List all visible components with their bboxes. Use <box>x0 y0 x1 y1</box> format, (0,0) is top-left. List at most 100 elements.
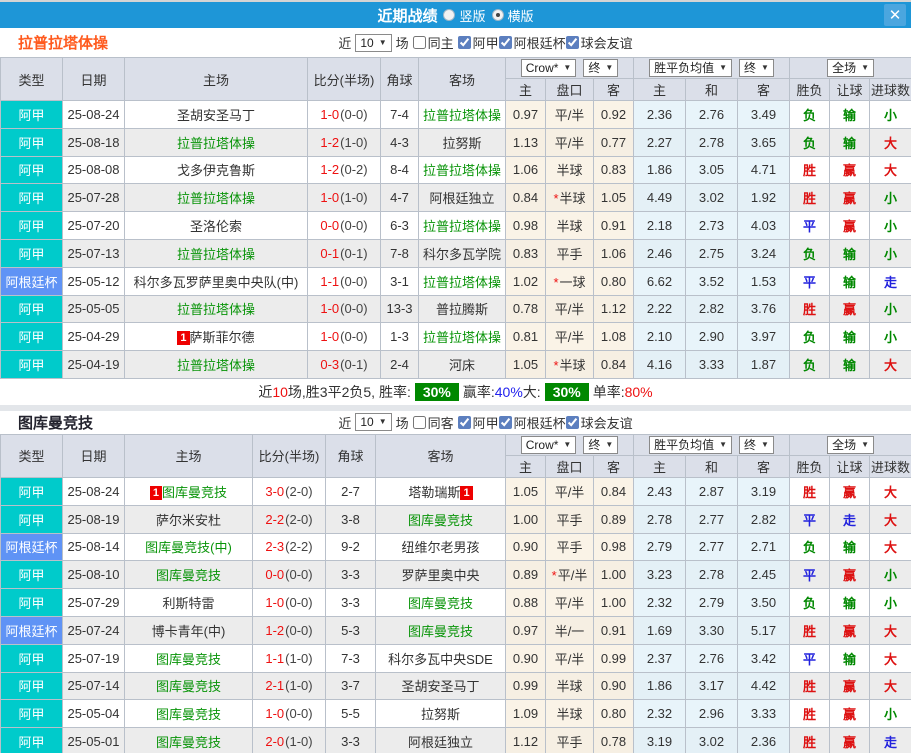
odds-final-select[interactable]: 终 ▼ <box>583 435 619 454</box>
handicap-text: 平/半 <box>554 107 585 123</box>
same-venue-label: 同主 <box>427 36 454 51</box>
score-cell: 0-3(0-1) <box>307 350 381 379</box>
league-cell: 阿甲 <box>0 560 63 590</box>
home-team-cell: 图库曼竞技(中) <box>124 532 253 562</box>
halftime-score: (1-0) <box>340 134 368 150</box>
league-checkbox-input[interactable] <box>498 415 512 429</box>
corners-cell: 9-2 <box>325 532 376 562</box>
crow-home-odds-cell: 1.09 <box>505 699 546 729</box>
layout-vertical-option[interactable]: 竖版 <box>443 6 486 25</box>
result-char: 输 <box>843 135 857 151</box>
crow-away-odds-cell: 0.99 <box>593 643 634 673</box>
avg-final-select[interactable]: 终 ▼ <box>739 435 774 454</box>
date-cell: 25-07-19 <box>62 643 125 673</box>
match-row: 阿甲 25-05-04 图库曼竞技 1-0(0-0) 5-5 拉努斯 1.09 半球 0.80 2… <box>0 699 911 729</box>
result-cell: 平 <box>789 266 831 296</box>
match-count-select[interactable]: 10 ▼ <box>355 33 392 52</box>
avg-draw-cell: 2.90 <box>685 322 738 352</box>
crow-away-odds-cell: 1.06 <box>593 238 634 268</box>
avg-odds-select[interactable]: 胜平负均值 ▼ <box>649 59 732 77</box>
odds-company-select[interactable]: Crow* ▼ <box>520 59 577 77</box>
avg-draw-cell: 2.75 <box>685 238 738 268</box>
same-venue-checkbox[interactable]: 同客 <box>412 413 454 432</box>
table-header-row-top: 类型 日期 主场 比分(半场) 角球 客场 Crow* ▼ 终 ▼ 胜平负均值 … <box>0 433 911 478</box>
odds-final-select[interactable]: 终 ▼ <box>583 59 619 77</box>
result-char: 负 <box>803 135 817 151</box>
odds-company-select[interactable]: Crow* ▼ <box>520 435 577 454</box>
home-team-cell: 拉普拉塔体操 <box>124 183 308 213</box>
summary-text: 单率: <box>592 383 625 400</box>
score-cell: 1-2(1-0) <box>307 127 381 157</box>
league-checkbox-input[interactable] <box>565 36 579 49</box>
fulltime-score: 3-0 <box>265 483 285 499</box>
league-checkbox[interactable]: 阿根廷杯 <box>498 413 566 432</box>
result-cell: 负 <box>789 588 831 617</box>
match-row: 阿甲 25-08-10 图库曼竞技 0-0(0-0) 3-3 罗萨里奥中央 0.89 *平/半… <box>0 560 911 590</box>
fulltime-select[interactable]: 全场 ▼ <box>827 435 874 454</box>
result-char: 输 <box>843 596 857 612</box>
col-header-corners: 角球 <box>380 57 419 101</box>
corners-cell: 7-8 <box>380 238 419 268</box>
avg-home-cell: 2.36 <box>633 100 686 129</box>
halftime-score: (2-0) <box>285 483 313 499</box>
crow-home-odds-cell: 0.89 <box>505 560 546 590</box>
date-cell: 25-07-29 <box>62 588 125 617</box>
summary-text: 近 <box>258 383 273 400</box>
league-checkbox-input[interactable] <box>498 36 512 49</box>
avg-away-cell: 1.92 <box>736 183 791 213</box>
same-venue-checkbox-input[interactable] <box>412 36 426 49</box>
league-checkbox[interactable]: 阿甲 <box>457 413 499 432</box>
team-name-text: 拉普拉塔体操 <box>422 219 501 235</box>
same-venue-checkbox-input[interactable] <box>412 415 426 429</box>
handicap-result-cell: 输 <box>829 238 871 268</box>
corners-cell: 13-3 <box>380 294 419 324</box>
result-char: 胜 <box>803 302 817 318</box>
goals-result-cell: 大 <box>869 350 911 379</box>
fulltime-select[interactable]: 全场 ▼ <box>827 59 874 77</box>
team-name-text: 萨尔米安杜 <box>155 512 221 528</box>
handicap-result-cell: 输 <box>829 127 871 157</box>
fulltime-score: 1-2 <box>320 162 340 178</box>
league-checkbox-label: 阿根廷杯 <box>513 415 566 431</box>
league-cell: 阿甲 <box>0 100 63 129</box>
crow-away-odds-cell: 1.12 <box>593 294 634 324</box>
league-cell: 阿甲 <box>0 671 63 701</box>
chevron-down-icon: ▼ <box>719 439 727 449</box>
handicap-changed-marker: * <box>553 358 559 374</box>
result-cell: 平 <box>789 504 831 534</box>
same-venue-checkbox[interactable]: 同主 <box>412 33 454 52</box>
halftime-score: (1-0) <box>285 650 313 666</box>
league-checkbox[interactable]: 球会友谊 <box>565 33 633 52</box>
team-name-text: 圣胡安圣马丁 <box>176 107 255 123</box>
score-cell: 1-0(0-0) <box>307 100 381 129</box>
league-checkbox-input[interactable] <box>565 415 579 429</box>
date-cell: 25-05-01 <box>62 727 125 753</box>
radio-selected-icon[interactable] <box>491 9 504 21</box>
home-team-cell: 萨尔米安杜 <box>124 504 253 534</box>
handicap-changed-marker: * <box>553 274 559 290</box>
avg-draw-cell: 3.52 <box>685 266 738 296</box>
avg-draw-cell: 2.73 <box>685 211 738 240</box>
avg-odds-select[interactable]: 胜平负均值 ▼ <box>649 435 732 454</box>
handicap-result-cell: 赢 <box>829 294 871 324</box>
result-char: 大 <box>884 135 898 151</box>
layout-horizontal-option[interactable]: 横版 <box>491 6 534 25</box>
league-checkbox-input[interactable] <box>457 415 471 429</box>
layout-horizontal-label: 横版 <box>507 8 534 24</box>
league-checkbox[interactable]: 阿根廷杯 <box>498 33 566 52</box>
stats-summary: 近 10 场,胜3平2负5, 胜率: 30% 赢率: 40% 大: 30% 单率: 80… <box>0 378 911 405</box>
handicap-result-cell: 赢 <box>829 699 871 729</box>
result-char: 小 <box>884 246 898 262</box>
radio-unselected-icon[interactable] <box>443 9 456 21</box>
crow-header-cell: Crow* ▼ 终 ▼ <box>505 433 634 456</box>
away-team-cell: 塔勒瑞斯 1 <box>375 476 506 506</box>
avg-final-select[interactable]: 终 ▼ <box>739 59 774 77</box>
team-name-text: 图库曼竞技 <box>162 484 228 500</box>
league-checkbox-input[interactable] <box>457 36 471 49</box>
result-char: 走 <box>843 512 857 528</box>
league-checkbox[interactable]: 阿甲 <box>457 33 499 52</box>
match-count-select[interactable]: 10 ▼ <box>355 413 392 432</box>
handicap-text: 平手 <box>556 540 583 556</box>
league-checkbox[interactable]: 球会友谊 <box>565 413 633 432</box>
close-button[interactable]: ✕ <box>884 4 906 26</box>
